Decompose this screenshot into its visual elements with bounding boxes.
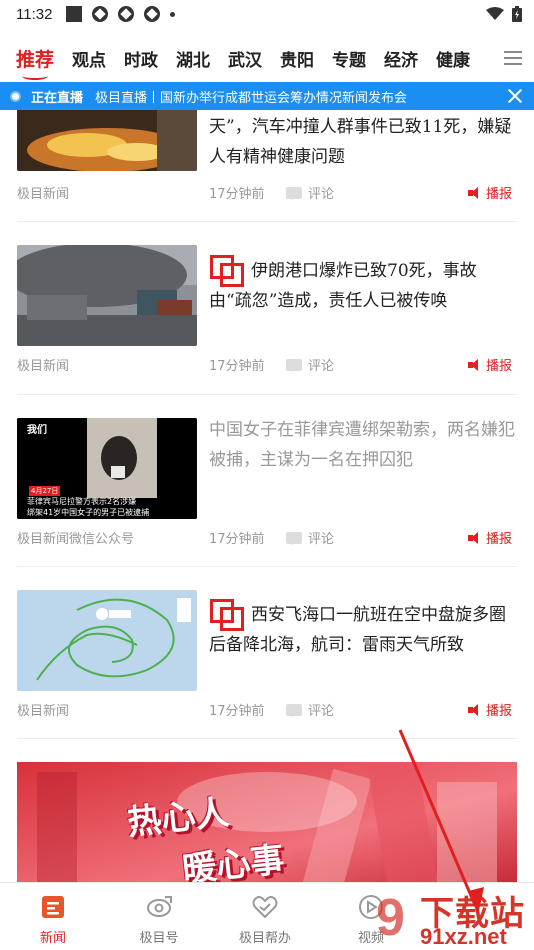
- news-title[interactable]: 中国女子在菲律宾遭绑架勒索，两名嫌犯被捕，主谋为一名在押囚犯: [209, 415, 519, 475]
- flight-track-map-image: [17, 590, 197, 691]
- news-thumbnail[interactable]: [17, 590, 197, 691]
- speaker-icon: [467, 186, 482, 199]
- broadcast-label: 播报: [485, 187, 512, 202]
- thumb-date: 4月27日: [29, 486, 61, 496]
- news-time: 17分钟前: [209, 704, 265, 719]
- divider: [17, 394, 517, 395]
- tab-recommend[interactable]: 推荐: [16, 45, 54, 80]
- tab-economy[interactable]: 经济: [384, 46, 418, 71]
- news-meta: 极目新闻 17分钟前 评论 播报: [0, 700, 534, 720]
- notification-square-icon: [66, 6, 83, 22]
- tab-health[interactable]: 健康: [436, 46, 470, 71]
- news-thumbnail[interactable]: [17, 245, 197, 346]
- comment-label: 评论: [308, 704, 335, 719]
- tab-wuhan[interactable]: 武汉: [228, 46, 262, 71]
- comment-icon: [286, 531, 302, 545]
- broadcast-label: 播报: [485, 359, 512, 374]
- broadcast-button[interactable]: 播报: [467, 355, 512, 374]
- news-time: 17分钟前: [209, 359, 265, 374]
- comment-button[interactable]: 评论: [286, 700, 334, 719]
- comment-label: 评论: [308, 187, 335, 202]
- jimu-logo-icon: [209, 254, 244, 287]
- nav-label: 极目帮办: [238, 931, 291, 946]
- thumb-caption-2: 绑架41岁中国女子的男子已被逮捕: [27, 508, 150, 517]
- comment-button[interactable]: 评论: [286, 355, 334, 374]
- broadcast-label: 播报: [485, 704, 512, 719]
- app-notification-icon: [92, 6, 109, 22]
- app-notification-icon: [144, 6, 161, 22]
- speaker-icon: [467, 531, 482, 544]
- comment-icon: [286, 186, 302, 200]
- annotation-arrow-icon: [398, 729, 484, 915]
- divider: [17, 566, 517, 567]
- live-banner[interactable]: 正在直播 极目直播丨国新办举行成都世运会筹办情况新闻发布会: [0, 82, 534, 110]
- news-thumbnail[interactable]: [17, 110, 197, 171]
- news-source: 极目新闻微信公众号: [17, 532, 135, 547]
- candles-memorial-image: [17, 110, 197, 171]
- menu-icon: [504, 47, 522, 69]
- divider: [17, 221, 517, 222]
- broadcast-label: 播报: [485, 532, 512, 547]
- battery-icon: [512, 6, 522, 22]
- tab-politics[interactable]: 时政: [124, 46, 158, 71]
- channel-menu-button[interactable]: [488, 36, 534, 80]
- nav-label: 视频: [357, 931, 384, 946]
- comment-label: 评论: [308, 359, 335, 374]
- news-source: 极目新闻: [17, 704, 70, 719]
- nav-label: 新闻: [39, 931, 66, 946]
- port-explosion-image: [17, 245, 197, 346]
- tab-special[interactable]: 专题: [332, 46, 366, 71]
- channel-tabs: 推荐 观点 时政 湖北 武汉 贵阳 专题 经济 健康: [0, 36, 534, 80]
- nav-jimu-help[interactable]: 极目帮办: [212, 883, 318, 950]
- news-title-text: 西安飞海口一航班在空中盘旋多圈后备降北海，航司：雷雨天气所致: [209, 605, 506, 655]
- nav-label: 极目号: [139, 931, 179, 946]
- news-source: 极目新闻: [17, 187, 70, 202]
- jimu-logo-icon: [209, 598, 244, 631]
- comment-icon: [286, 358, 302, 372]
- status-bar: 11:32: [0, 0, 534, 28]
- broadcast-button[interactable]: 播报: [467, 700, 512, 719]
- broadcast-button[interactable]: 播报: [467, 183, 512, 202]
- more-notifications-icon: [170, 11, 176, 17]
- news-title[interactable]: 西安飞海口一航班在空中盘旋多圈后备降北海，航司：雷雨天气所致: [209, 598, 519, 660]
- news-meta: 极目新闻 17分钟前 评论 播报: [0, 355, 534, 375]
- news-source: 极目新闻: [17, 359, 70, 374]
- handshake-heart-icon: [252, 896, 278, 919]
- video-play-icon: [359, 895, 383, 919]
- nav-news[interactable]: 新闻: [0, 883, 106, 950]
- news-title[interactable]: 天”，汽车冲撞人群事件已致11死，嫌疑人有精神健康问题: [209, 112, 519, 174]
- comment-button[interactable]: 评论: [286, 183, 334, 202]
- tab-guiyang[interactable]: 贵阳: [280, 46, 314, 71]
- news-title-text: 伊朗港口爆炸已致70死，事故由“疏忽”造成，责任人已被传唤: [209, 261, 477, 311]
- news-meta: 极目新闻 17分钟前 评论 播报: [0, 183, 534, 203]
- news-icon: [42, 896, 64, 918]
- live-dot-icon: [12, 92, 19, 100]
- speaker-icon: [467, 358, 482, 371]
- news-meta: 极目新闻微信公众号 17分钟前 评论 播报: [0, 528, 534, 548]
- nav-jimu-account[interactable]: 极目号: [106, 883, 212, 950]
- eye-icon: [147, 896, 172, 917]
- speaker-icon: [467, 703, 482, 716]
- news-thumbnail[interactable]: 我们 4月27日 菲律宾马尼拉警方表示2名涉嫌 绑架41岁中国女子的男子已被逮捕: [17, 418, 197, 519]
- live-headline[interactable]: 极目直播丨国新办举行成都世运会筹办情况新闻发布会: [95, 87, 407, 106]
- news-title[interactable]: 伊朗港口爆炸已致70死，事故由“疏忽”造成，责任人已被传唤: [209, 254, 519, 316]
- comment-label: 评论: [308, 532, 335, 547]
- tab-opinion[interactable]: 观点: [72, 46, 106, 71]
- wifi-icon: [486, 7, 504, 20]
- news-time: 17分钟前: [209, 532, 265, 547]
- news-time: 17分钟前: [209, 187, 265, 202]
- comment-button[interactable]: 评论: [286, 528, 334, 547]
- close-icon[interactable]: [506, 87, 524, 105]
- thumb-tag: 我们: [27, 425, 47, 436]
- tab-hubei[interactable]: 湖北: [176, 46, 210, 71]
- live-label: 正在直播: [31, 90, 84, 106]
- comment-icon: [286, 703, 302, 717]
- status-time: 11:32: [16, 5, 53, 23]
- thumb-caption-1: 菲律宾马尼拉警方表示2名涉嫌: [27, 497, 137, 506]
- broadcast-button[interactable]: 播报: [467, 528, 512, 547]
- app-notification-icon: [118, 6, 135, 22]
